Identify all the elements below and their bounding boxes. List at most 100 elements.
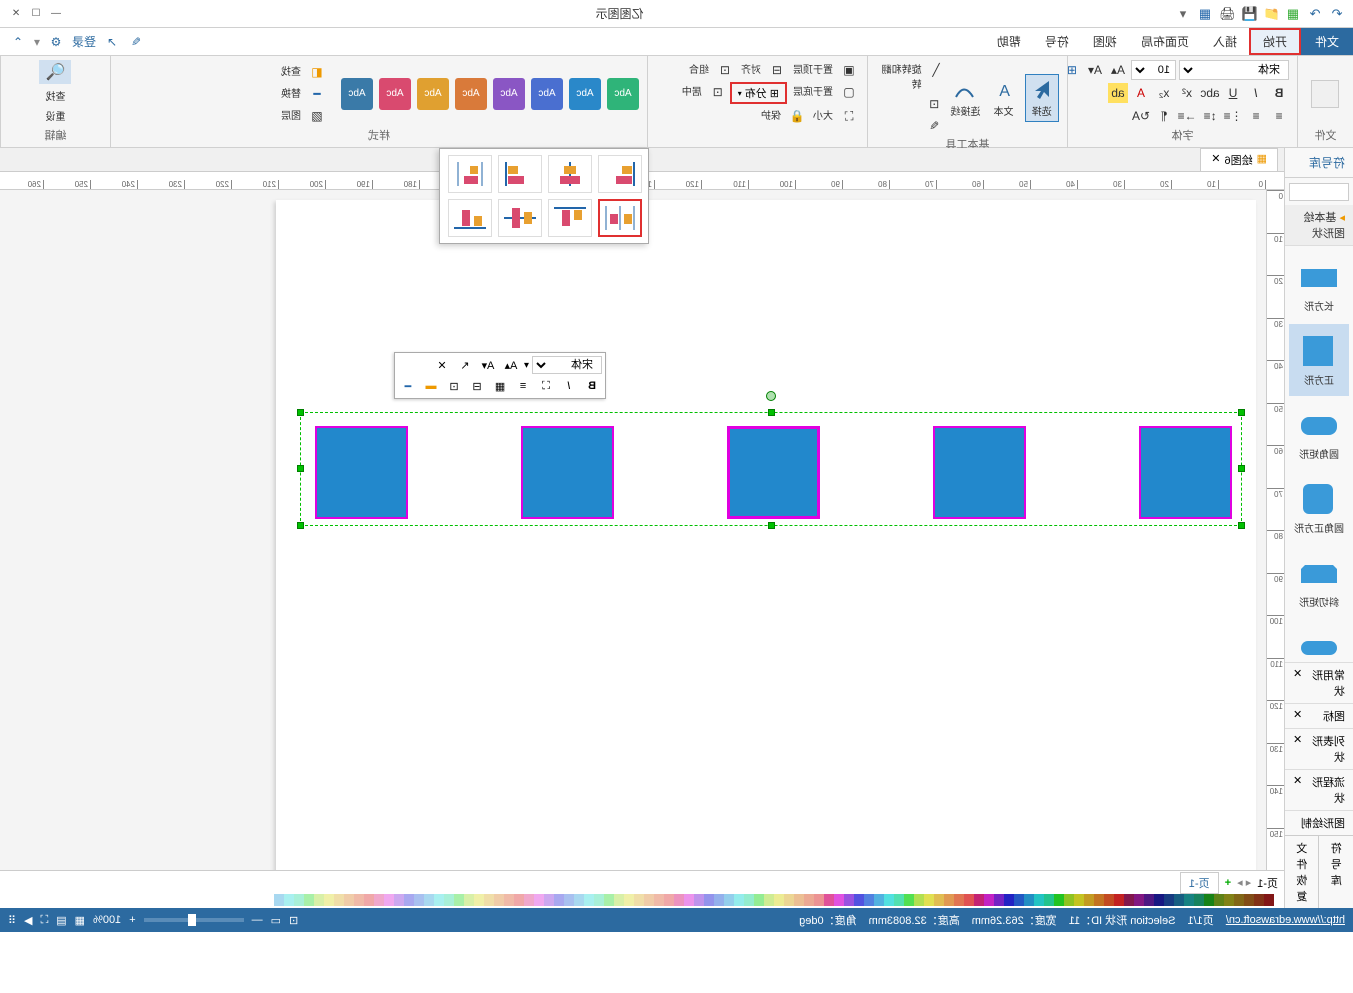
line-style-icon[interactable]: ━ — [307, 84, 327, 104]
mini-font-shrink-icon[interactable]: A▾ — [478, 356, 498, 374]
select-tool[interactable]: 选择 — [1025, 74, 1059, 122]
view-page-icon[interactable]: ▭ — [271, 914, 281, 927]
font-shrink-icon[interactable]: A▾ — [1085, 60, 1105, 80]
canvas-shape[interactable] — [521, 426, 614, 519]
accordion-icons[interactable]: 图标✕ — [1285, 703, 1353, 728]
italic-icon[interactable]: I — [1246, 83, 1266, 103]
mini-resize-icon[interactable]: ⛶ — [536, 377, 556, 395]
style-swatch-3[interactable]: Abc — [531, 78, 563, 110]
lock-icon[interactable]: 🔒 — [787, 106, 807, 126]
bring-front-icon[interactable]: ▣ — [839, 60, 859, 80]
sel-handle-e[interactable] — [297, 465, 304, 472]
style-swatch-7[interactable]: Abc — [379, 78, 411, 110]
print-icon[interactable]: 🖨 — [1219, 6, 1235, 22]
spacing-icon[interactable]: ↕≡ — [1200, 106, 1220, 126]
view-full-icon[interactable]: ⛶ — [41, 914, 49, 927]
status-url[interactable]: http://www.edrawsoft.cn/ — [1226, 914, 1345, 926]
canvas[interactable]: 宋体 ▾ A▴ A▾ ↖ ✕ B I ⛶ ≡ ▦ — [0, 190, 1266, 870]
find-icon[interactable]: 🔍 — [40, 60, 72, 84]
add-page-icon[interactable]: + — [1225, 877, 1231, 889]
accordion-list[interactable]: 列表形状✕ — [1285, 728, 1353, 769]
dist-equal-h[interactable] — [598, 199, 642, 237]
maximize-icon[interactable]: ☐ — [30, 8, 42, 20]
file-menu[interactable]: 文件 — [1301, 28, 1353, 55]
subscript-icon[interactable]: x₂ — [1154, 83, 1174, 103]
dist-bottom[interactable] — [448, 199, 492, 237]
send-back-icon[interactable]: ▢ — [839, 82, 859, 102]
shape-roundrect[interactable]: 圆角矩形 — [1289, 398, 1349, 470]
accordion-flow[interactable]: 流程形状✕ — [1285, 769, 1353, 810]
page-tab-1[interactable]: 页-1 — [1180, 872, 1219, 894]
pen-icon[interactable]: ✎ — [128, 34, 144, 50]
sel-handle-se[interactable] — [297, 522, 304, 529]
view-fit-icon[interactable]: ⊡ — [289, 914, 298, 927]
view-grid-icon[interactable]: ▦ — [75, 914, 85, 927]
view-drag-icon[interactable]: ⠿ — [8, 914, 16, 927]
save-icon[interactable]: 💾 — [1241, 6, 1257, 22]
style-swatch-8[interactable]: Abc — [341, 78, 373, 110]
sel-handle-nw[interactable] — [1238, 409, 1245, 416]
view-present-icon[interactable]: ▶ — [24, 914, 32, 927]
mini-italic-icon[interactable]: I — [559, 377, 579, 395]
tab-layout[interactable]: 页面布局 — [1129, 28, 1201, 55]
panel-tab-recover[interactable]: 文件恢复 — [1285, 836, 1320, 908]
align-left-icon[interactable]: ≡ — [1269, 106, 1289, 126]
canvas-shape[interactable] — [933, 426, 1026, 519]
dist-spacing-h[interactable] — [448, 155, 492, 193]
redo-icon[interactable]: ↷ — [1307, 6, 1323, 22]
mini-grid-icon[interactable]: ▦ — [490, 377, 510, 395]
superscript-icon[interactable]: x² — [1177, 83, 1197, 103]
zoom-value[interactable]: 100% — [93, 914, 121, 926]
canvas-shape[interactable] — [727, 426, 820, 519]
sel-handle-w[interactable] — [1238, 465, 1245, 472]
center-icon[interactable]: ⊡ — [708, 82, 728, 102]
minimize-icon[interactable]: — — [50, 8, 62, 20]
style-swatch-6[interactable]: Abc — [417, 78, 449, 110]
align-icon[interactable]: ⊟ — [767, 60, 787, 80]
dist-center-h[interactable] — [548, 155, 592, 193]
rotate-text-icon[interactable]: ↻A — [1131, 106, 1151, 126]
indent-icon[interactable]: →≡ — [1177, 106, 1197, 126]
collapse-icon[interactable]: ⌃ — [10, 34, 26, 50]
share-icon[interactable]: ↗ — [104, 34, 120, 50]
canvas-shape[interactable] — [1139, 426, 1232, 519]
style-swatch-4[interactable]: Abc — [493, 78, 525, 110]
style-swatch-1[interactable]: Abc — [607, 78, 639, 110]
more-icon[interactable]: ▾ — [1175, 6, 1191, 22]
accordion-common[interactable]: 常用形状✕ — [1285, 662, 1353, 703]
page[interactable]: 宋体 ▾ A▴ A▾ ↖ ✕ B I ⛶ ≡ ▦ — [276, 200, 1256, 870]
close-icon[interactable]: ✕ — [10, 8, 22, 20]
doc-close-icon[interactable]: ✕ — [1211, 152, 1220, 168]
view-outline-icon[interactable]: ▤ — [56, 914, 66, 927]
paste-icon[interactable] — [1312, 80, 1340, 108]
mini-ungroup-icon[interactable]: ⊟ — [467, 377, 487, 395]
underline-icon[interactable]: U — [1223, 83, 1243, 103]
shape-pill[interactable]: 圆角…矩形 — [1289, 620, 1349, 662]
sel-handle-s[interactable] — [768, 522, 775, 529]
strike-icon[interactable]: abc — [1200, 83, 1220, 103]
shapes-category[interactable]: ▸ 基本绘图形状 — [1285, 205, 1353, 246]
align-mid-icon[interactable]: ≡ — [1246, 106, 1266, 126]
highlight-icon[interactable]: ab — [1108, 83, 1128, 103]
rotflip-label[interactable]: 旋转和翻转 — [876, 60, 926, 92]
font-grow-icon[interactable]: A▴ — [1108, 60, 1128, 80]
shapes-search-input[interactable] — [1289, 183, 1349, 201]
mini-bold-icon[interactable]: B — [582, 377, 602, 395]
dist-left[interactable] — [598, 155, 642, 193]
export-icon[interactable]: ▦ — [1197, 6, 1213, 22]
rotation-handle[interactable] — [766, 391, 776, 401]
gear-icon[interactable]: ⚙ — [48, 34, 64, 50]
open-icon[interactable]: 📁 — [1263, 6, 1279, 22]
style-swatch-2[interactable]: Abc — [569, 78, 601, 110]
tab-insert[interactable]: 插入 — [1201, 28, 1249, 55]
font-color-icon[interactable]: A — [1131, 83, 1151, 103]
mini-font-select[interactable]: 宋体 — [532, 356, 602, 374]
login-button[interactable]: 登录 — [72, 33, 96, 50]
mini-align-icon[interactable]: ≡ — [513, 377, 533, 395]
dist-top[interactable] — [548, 199, 592, 237]
font-family-select[interactable]: 宋体 — [1179, 60, 1289, 80]
canvas-shape[interactable] — [315, 426, 408, 519]
sel-handle-n[interactable] — [768, 409, 775, 416]
crop-icon[interactable]: ⊡ — [924, 94, 944, 114]
group-icon[interactable]: ⊡ — [715, 60, 735, 80]
